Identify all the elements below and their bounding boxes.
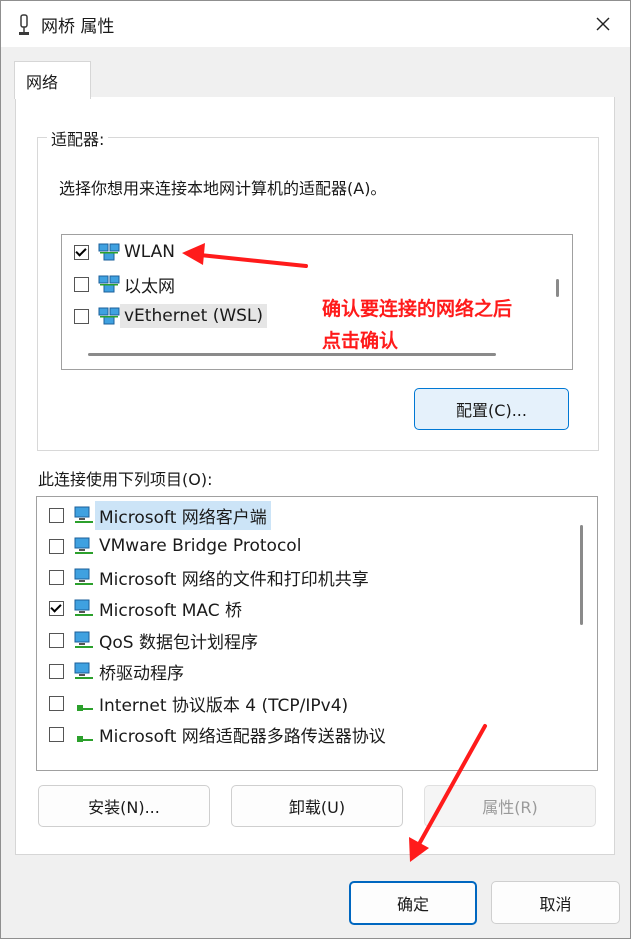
components-list-vscrollbar[interactable] [580,525,583,625]
component-item[interactable]: Internet 协议版本 4 (TCP/IPv4) [49,689,348,717]
network-bridge-icon [19,14,29,35]
component-label: Microsoft 网络适配器多路传送器协议 [99,726,386,747]
network-adapter-icon [98,307,120,325]
dialog-footer: 确定 取消 [1,856,630,938]
component-item[interactable]: Microsoft 网络客户端 [49,500,271,530]
bridge-properties-dialog: 网桥 属性 网络 适配器: 选择你想用来连接本地网计算机的适配器(A)。 WLA… [0,0,631,939]
close-button[interactable] [581,7,625,41]
network-client-icon [74,506,93,523]
component-checkbox[interactable] [49,569,64,585]
adapter-checkbox[interactable] [74,308,89,324]
component-checkbox[interactable] [49,695,64,711]
title-bar: 网桥 属性 [1,1,630,47]
adapter-item-vethernet[interactable]: vEthernet (WSL) [74,302,268,330]
adapter-checkbox[interactable] [74,244,89,260]
window-title: 网桥 属性 [41,17,115,37]
network-adapter-icon [98,275,120,293]
components-label: 此连接使用下列项目(O): [38,470,213,489]
close-icon [596,17,610,31]
component-label: 桥驱动程序 [99,663,184,684]
component-item[interactable]: VMware Bridge Protocol [49,532,301,560]
tab-network[interactable]: 网络 [14,61,91,99]
annotation-text-line2: 点击确认 [322,330,399,352]
component-checkbox[interactable] [49,632,64,648]
adapter-item-wlan[interactable]: WLAN [74,238,175,266]
adapter-item-ethernet[interactable]: 以太网 [74,270,175,298]
component-label: QoS 数据包计划程序 [99,632,258,653]
adapter-label: WLAN [124,242,176,262]
component-label: Microsoft MAC 桥 [99,600,243,621]
component-checkbox[interactable] [49,663,64,679]
cancel-button[interactable]: 取消 [491,881,620,924]
uninstall-button[interactable]: 卸载(U) [231,785,403,827]
adapters-description: 选择你想用来连接本地网计算机的适配器(A)。 [59,179,387,198]
ok-button[interactable]: 确定 [349,881,477,925]
adapter-list-vscrollbar[interactable] [556,279,559,297]
components-list[interactable]: Microsoft 网络客户端 VMware Bridge Protocol M… [36,496,598,771]
component-item[interactable]: Microsoft MAC 桥 [49,594,242,622]
network-service-icon [74,631,93,648]
tab-network-label: 网络 [26,73,59,92]
component-checkbox[interactable] [49,538,64,554]
component-label: Internet 协议版本 4 (TCP/IPv4) [99,695,349,716]
component-label: Microsoft 网络的文件和打印机共享 [99,569,369,590]
component-item[interactable]: Microsoft 网络的文件和打印机共享 [49,563,369,591]
network-protocol-icon [74,599,93,616]
adapter-list-hscrollbar[interactable] [88,353,496,356]
component-item[interactable]: Microsoft 网络适配器多路传送器协议 [49,720,386,748]
component-item[interactable]: 桥驱动程序 [49,657,184,685]
component-checkbox[interactable] [49,600,64,616]
protocol-icon [77,705,93,711]
properties-button[interactable]: 属性(R) [424,785,596,827]
component-item[interactable]: QoS 数据包计划程序 [49,626,258,654]
adapter-checkbox[interactable] [74,276,89,292]
network-protocol-icon [74,537,93,554]
network-service-icon [74,568,93,585]
component-checkbox[interactable] [49,726,64,742]
component-checkbox[interactable] [49,507,64,523]
annotation-text-line1: 确认要连接的网络之后 [322,298,513,320]
configure-button[interactable]: 配置(C)... [414,388,569,430]
adapter-label: 以太网 [124,276,175,297]
install-button[interactable]: 安装(N)... [38,785,210,827]
adapters-group-label: 适配器: [47,126,109,150]
component-label: Microsoft 网络客户端 [95,500,271,530]
network-adapter-icon [98,243,120,261]
component-label: VMware Bridge Protocol [99,536,302,556]
protocol-icon [77,736,93,742]
adapter-label: vEthernet (WSL) [120,304,268,328]
network-protocol-icon [74,662,93,679]
